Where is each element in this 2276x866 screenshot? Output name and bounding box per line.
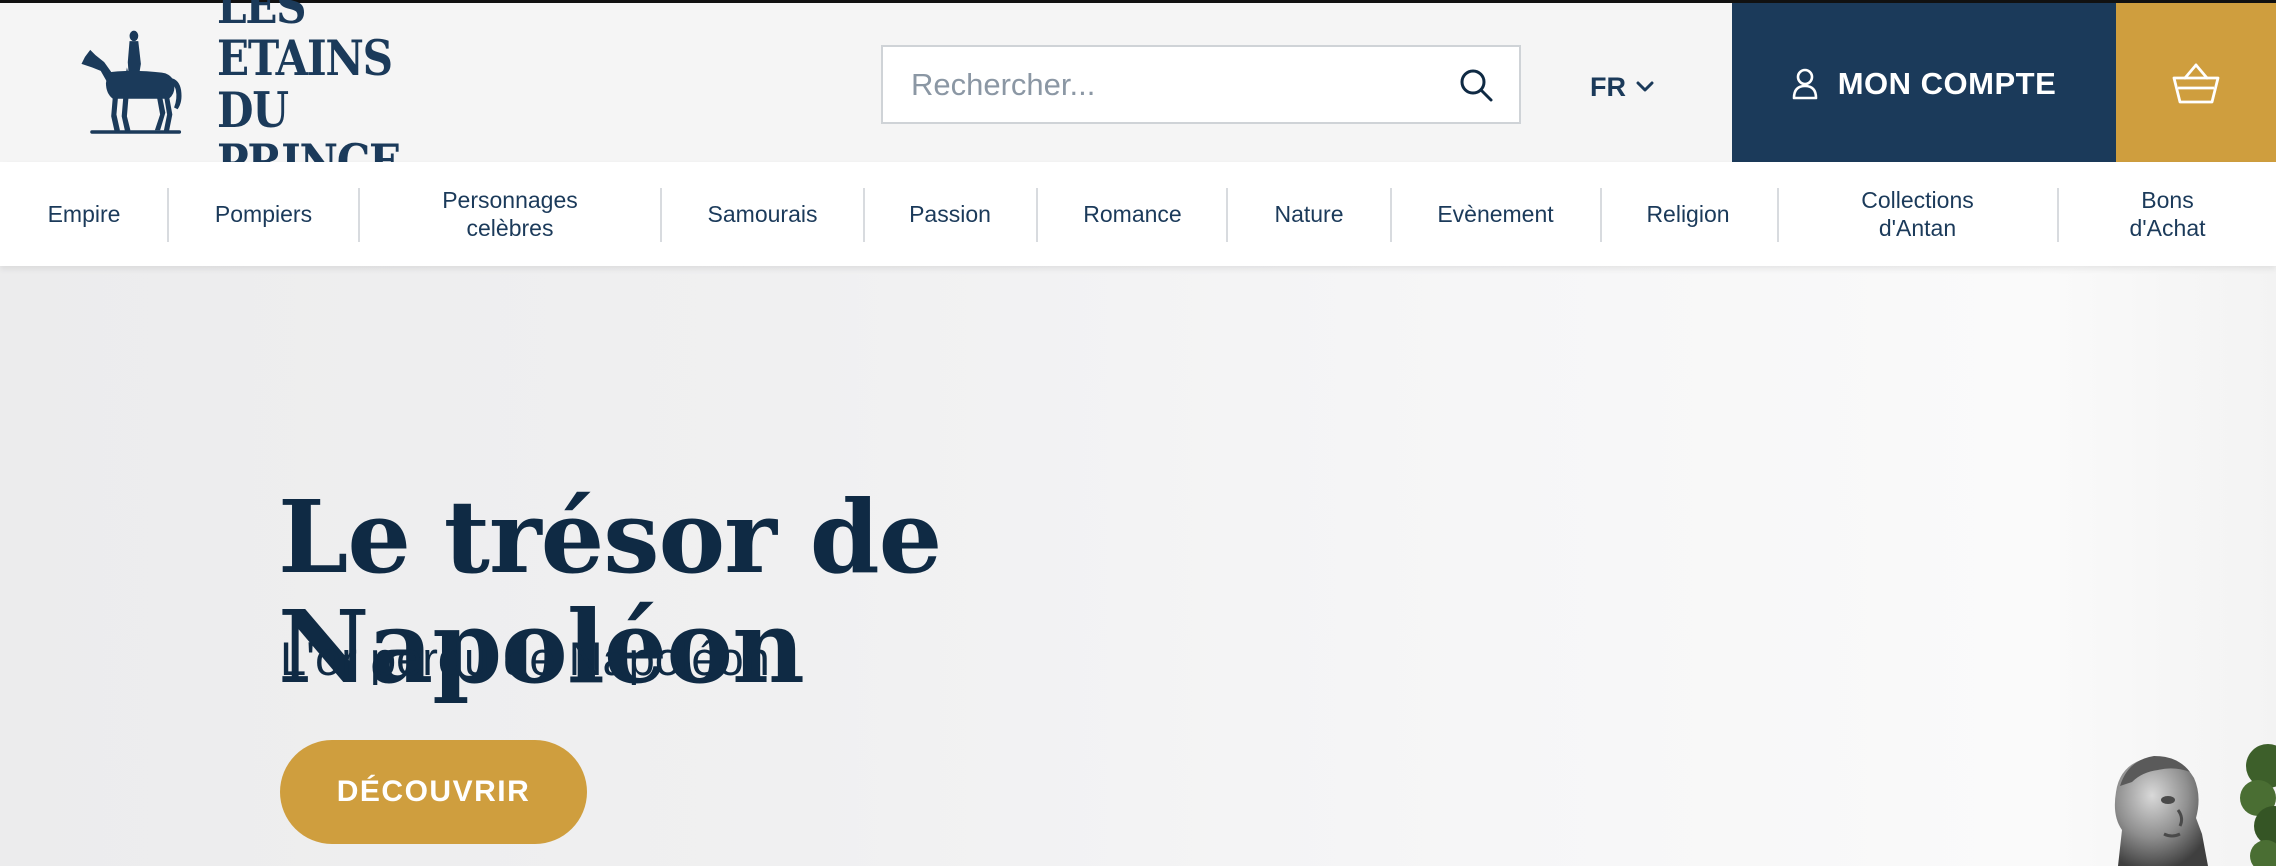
nav-item-personnages-celebres[interactable]: Personnages celèbres [400,162,620,266]
nav-divider [167,188,169,242]
search-box [881,45,1521,124]
nav-item-passion[interactable]: Passion [880,162,1020,266]
nav-item-romance[interactable]: Romance [1055,162,1210,266]
napoleon-bust-image [2114,744,2276,866]
nav-item-pompiers[interactable]: Pompiers [190,162,337,266]
brand-name-line1: LES ETAINS [217,0,393,87]
nav-item-label: Samourais [707,201,818,227]
site-header: LES ETAINS DU PRINCE FR MON COMPTE [0,0,2276,188]
language-current: FR [1590,71,1626,102]
category-nav: Empire Pompiers Personnages celèbres Sam… [0,162,2276,266]
nav-item-label: Bons d'Achat [2129,187,2206,241]
nav-item-collections-dantan[interactable]: Collections d'Antan [1800,162,2035,266]
nav-divider [863,188,865,242]
nav-divider [660,188,662,242]
account-button[interactable]: MON COMPTE [1732,3,2116,165]
chevron-down-icon [1636,81,1654,92]
nav-item-label: Personnages celèbres [442,187,578,241]
cart-button[interactable] [2116,3,2276,165]
nav-divider [1226,188,1228,242]
user-icon [1792,68,1818,100]
search-icon [1460,69,1493,102]
nav-item-label: Religion [1646,201,1730,227]
nav-item-label: Romance [1083,201,1182,227]
nav-item-nature[interactable]: Nature [1245,162,1373,266]
nav-divider [1390,188,1392,242]
language-selector[interactable]: FR [1590,65,1654,109]
brand-logo[interactable]: LES ETAINS DU PRINCE [78,0,498,188]
horse-rider-logo-icon [81,30,182,134]
nav-item-label: Evènement [1437,201,1554,227]
nav-divider [1036,188,1038,242]
nav-item-empire[interactable]: Empire [18,162,150,266]
nav-item-label: Pompiers [214,201,313,227]
nav-divider [1600,188,1602,242]
nav-divider [1777,188,1779,242]
nav-item-bons-dachat[interactable]: Bons d'Achat [2090,162,2245,266]
search-button[interactable] [1453,62,1499,108]
search-input[interactable] [911,66,1431,103]
nav-item-samourais[interactable]: Samourais [680,162,845,266]
nav-item-evenement[interactable]: Evènement [1408,162,1583,266]
nav-item-label: Collections d'Antan [1861,187,1974,241]
nav-divider [2057,188,2059,242]
account-label: MON COMPTE [1837,66,2057,101]
nav-item-label: Passion [909,201,991,227]
hero-banner: Le trésor de Napoléon L'or perdu de Napo… [0,266,2276,866]
brand-name: LES ETAINS DU PRINCE [217,0,458,188]
hero-subtitle: L'or perdu de Napoléon [280,632,770,685]
nav-item-label: Nature [1274,201,1344,227]
basket-icon [2172,63,2220,104]
discover-button[interactable]: DÉCOUVRIR [280,740,587,844]
nav-item-label: Empire [47,201,121,227]
nav-item-religion[interactable]: Religion [1618,162,1758,266]
nav-divider [358,188,360,242]
